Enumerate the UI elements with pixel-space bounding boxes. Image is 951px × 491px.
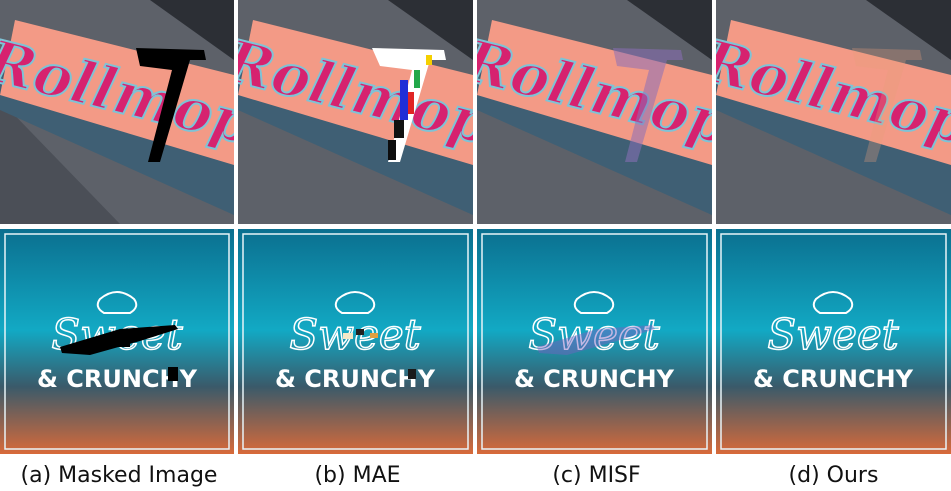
- rollmop-mae-result: Rollmop: [238, 0, 473, 224]
- rollmop-masked-svg: Rollmop: [0, 0, 234, 224]
- poster-line2: & CRUNCHY: [753, 365, 914, 393]
- caption-masked-image: (a) Masked Image: [20, 463, 218, 488]
- poster-line1: Sweet: [767, 310, 898, 359]
- poster-line1: Sweet: [289, 310, 420, 359]
- rollmop-masked-image: Rollmop: [0, 0, 234, 224]
- sweet-ours-result: Sweet & CRUNCHY: [716, 229, 951, 454]
- rollmop-ours-svg: Rollmop: [716, 0, 951, 224]
- sweet-misf-svg: Sweet & CRUNCHY: [477, 229, 712, 454]
- caption-ours: (d) Ours: [788, 463, 879, 488]
- sweet-ours-svg: Sweet & CRUNCHY: [716, 229, 951, 454]
- sweet-masked-svg: Sweet & CRUNCHY: [0, 229, 234, 454]
- rollmop-mae-svg: Rollmop: [238, 0, 473, 224]
- sweet-misf-result: Sweet & CRUNCHY: [477, 229, 712, 454]
- sweet-mae-svg: Sweet & CRUNCHY: [238, 229, 473, 454]
- figure-grid: Rollmop Rollmop Rollmop Rollmop & CRUNCH…: [0, 0, 951, 455]
- caption-row: (a) Masked Image (b) MAE (c) MISF (d) Ou…: [0, 460, 951, 491]
- sweet-masked-image: Sweet & CRUNCHY: [0, 229, 234, 454]
- caption-mae: (b) MAE: [314, 463, 401, 488]
- rollmop-misf-svg: Rollmop: [477, 0, 712, 224]
- caption-misf: (c) MISF: [552, 463, 641, 488]
- rollmop-misf-result: Rollmop: [477, 0, 712, 224]
- rollmop-ours-result: Rollmop: [716, 0, 951, 224]
- poster-line2: & CRUNCHY: [514, 365, 675, 393]
- sweet-mae-result: Sweet & CRUNCHY: [238, 229, 473, 454]
